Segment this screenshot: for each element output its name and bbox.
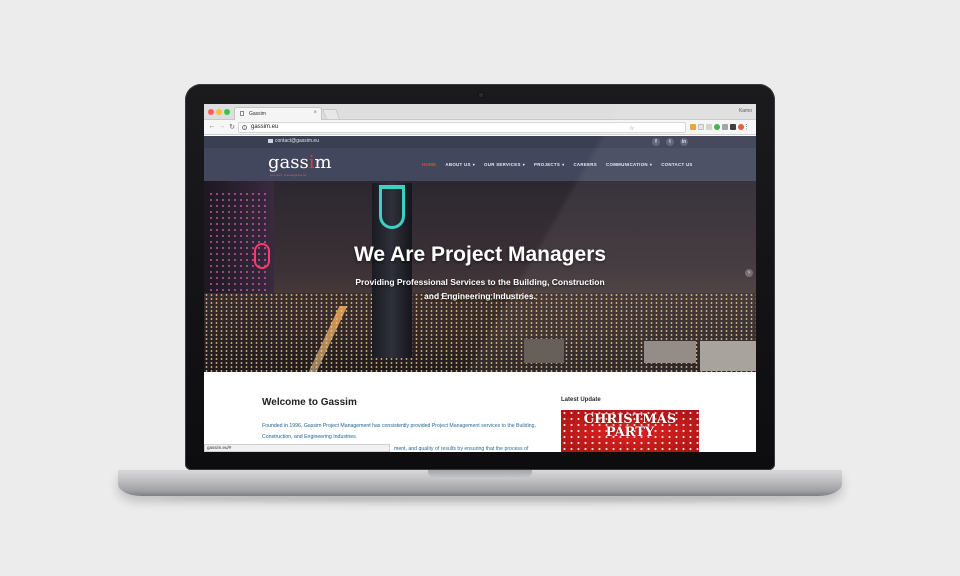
chevron-down-icon: ▾ [522,162,526,167]
tab-close-icon[interactable]: × [313,110,317,116]
logo-tagline: project management [270,173,307,177]
extension-icon[interactable] [722,124,728,130]
nav-label: HOME [422,162,437,167]
hero-banner: We Are Project Managers Providing Profes… [204,181,756,372]
hero-title: We Are Project Managers [353,243,607,266]
nav-careers[interactable]: CAREERS [573,162,597,167]
browser-toolbar: ← → ↻ i gassim.eu ☆ ⋮ [204,120,756,135]
profile-name[interactable]: Kamo [739,108,752,114]
browser-tab[interactable]: Gassim × [234,107,322,120]
nav-projects[interactable]: PROJECTS ▾ [534,162,564,167]
logo-text: gass [268,152,309,173]
contact-email-link[interactable]: contact@gassim.eu [268,138,319,144]
linkedin-icon[interactable]: in [680,138,688,146]
reload-icon[interactable]: ↻ [228,123,236,131]
latest-update-title: Latest Update [561,397,601,403]
nav-contact-us[interactable]: CONTACT US [661,162,692,167]
nav-our-services[interactable]: OUR SERVICES ▾ [484,162,525,167]
site-header: gassim project management HOME ABOUT US ▾… [204,148,756,181]
forward-icon[interactable]: → [218,123,226,130]
bookmark-star-icon[interactable]: ☆ [629,125,634,132]
extension-icon[interactable] [698,124,704,130]
mail-icon [268,138,273,143]
logo-text-end: m [314,152,332,173]
contact-email-text: contact@gassim.eu [275,138,319,144]
christmas-party-image[interactable]: CHRISTMAS PARTY [561,410,699,452]
status-bar-url: gassim.eu/# [204,444,390,452]
browser-tab-bar: Gassim × Kamo [204,104,756,120]
nav-home[interactable]: HOME [422,162,436,167]
laptop-shadow [160,496,800,502]
chevron-down-icon: ▾ [472,162,476,167]
nav-label: PROJECTS [534,162,561,167]
slider-next-icon[interactable]: › [745,269,753,277]
laptop-screen: Gassim × Kamo ← → ↻ i gassim.eu ☆ ⋮ cont… [204,104,756,452]
nav-label: COMMUNICATION [606,162,648,167]
info-icon[interactable]: i [242,125,247,130]
extension-icon[interactable] [730,124,736,130]
welcome-text: Founded in 1996, Gassim Project Manageme… [262,423,536,440]
page-icon [240,111,244,116]
hero-building [644,341,696,363]
tab-title: Gassim [249,111,266,117]
hero-subtitle: Providing Professional Services to the B… [355,277,605,301]
site-logo[interactable]: gassim [268,152,332,173]
extension-icon[interactable] [706,124,712,130]
new-tab-button[interactable] [322,109,340,119]
address-bar[interactable]: i gassim.eu ☆ [238,122,686,133]
webcam [478,92,484,98]
close-window-button[interactable] [208,109,214,115]
twitter-icon[interactable]: t [666,138,674,146]
laptop-notch [428,470,532,479]
main-nav: HOME ABOUT US ▾ OUR SERVICES ▾ PROJECTS ▾ C… [422,162,693,167]
extension-icon[interactable] [714,124,720,130]
nav-about-us[interactable]: ABOUT US ▾ [445,162,475,167]
main-content: Welcome to Gassim Founded in 1996, Gassi… [204,372,756,452]
extension-icon[interactable] [690,124,696,130]
facebook-icon[interactable]: f [652,138,660,146]
chevron-down-icon: ▾ [562,162,565,167]
nav-label: CAREERS [573,162,598,167]
nav-label: ABOUT US [445,162,471,167]
hero-tower-arch [379,187,405,229]
nav-label: CONTACT US [661,162,693,167]
minimize-window-button[interactable] [216,109,222,115]
xmas-line-2: PARTY [605,425,655,440]
maximize-window-button[interactable] [224,109,230,115]
nav-communication[interactable]: COMMUNICATION ▾ [606,162,652,167]
site-top-strip: contact@gassim.eu f t in [204,136,756,148]
browser-menu-icon[interactable]: ⋮ [743,123,750,131]
back-icon[interactable]: ← [208,123,216,130]
hero-building [524,339,564,363]
welcome-text-partial: ment, and quality of results by ensuring… [394,446,529,452]
chevron-down-icon: ▾ [649,162,653,167]
welcome-title: Welcome to Gassim [262,397,357,408]
address-url: gassim.eu [251,124,279,130]
hero-building [700,341,756,371]
nav-label: OUR SERVICES [484,162,521,167]
